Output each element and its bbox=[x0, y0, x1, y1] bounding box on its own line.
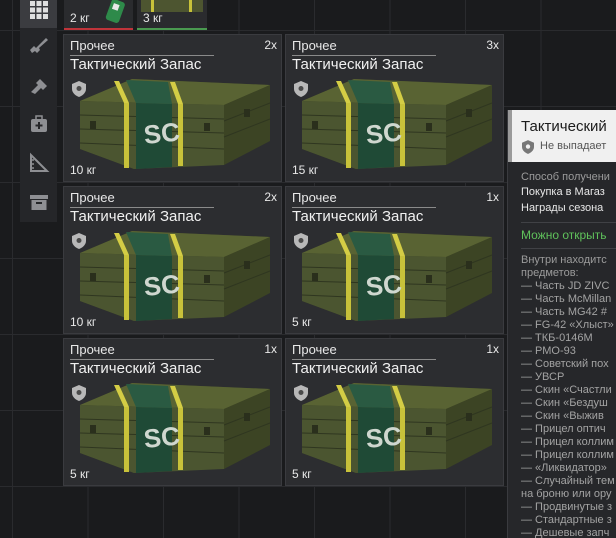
category-attachments-button[interactable] bbox=[20, 145, 57, 181]
item-count: 1x bbox=[486, 190, 499, 204]
category-medical-button[interactable] bbox=[20, 106, 57, 142]
medkit-icon bbox=[30, 115, 47, 132]
contents-list: — Часть JD ZIVC — Часть McMillan — Часть… bbox=[521, 280, 616, 538]
obtain-label: Способ получени bbox=[521, 171, 610, 183]
tooltip-accent-bar bbox=[508, 110, 512, 162]
tooltip-title: Тактический bbox=[521, 118, 607, 135]
category-sidebar bbox=[20, 0, 57, 222]
shield-icon bbox=[72, 385, 86, 401]
list-item: — Скин «Бездуш bbox=[521, 397, 608, 409]
ruler-icon bbox=[29, 152, 49, 172]
list-item: — Дешевые запч bbox=[521, 527, 610, 538]
list-item: — Часть MG42 # bbox=[521, 306, 607, 318]
list-item: — FG-42 «Хлыст» bbox=[521, 319, 614, 331]
list-item: — Прицел коллим bbox=[521, 436, 614, 448]
list-item: — УВСР bbox=[521, 371, 565, 383]
item-weight: 3 кг bbox=[143, 11, 163, 25]
divider bbox=[521, 222, 616, 223]
item-count: 2x bbox=[264, 190, 277, 204]
item-weight: 5 кг bbox=[292, 315, 312, 329]
shield-icon bbox=[72, 233, 86, 249]
inventory-item-card[interactable]: Прочее 2x Тактический Запас 10 кг bbox=[63, 186, 282, 334]
list-item: — Скин «Счастли bbox=[521, 384, 612, 396]
category-all-button[interactable] bbox=[20, 0, 57, 28]
list-item: — «Ликвидатор» bbox=[521, 462, 607, 474]
crate-image bbox=[74, 71, 274, 171]
category-misc-button[interactable] bbox=[20, 184, 57, 220]
item-weight: 10 кг bbox=[70, 163, 97, 177]
tooltip-header: Тактический Не выпадает bbox=[508, 110, 616, 162]
inventory-slot-top-2[interactable]: 3 кг bbox=[137, 0, 207, 30]
item-category: Прочее bbox=[70, 190, 115, 205]
shield-icon bbox=[522, 140, 534, 154]
shield-icon bbox=[294, 233, 308, 249]
list-item: — Прицел коллим bbox=[521, 449, 614, 461]
obtain-method: Награды сезона bbox=[521, 202, 604, 214]
shield-icon bbox=[294, 385, 308, 401]
list-item: — Продвинутые з bbox=[521, 501, 613, 513]
item-weight: 15 кг bbox=[292, 163, 319, 177]
list-item: — Часть McMillan bbox=[521, 293, 612, 305]
contents-heading: предметов: bbox=[521, 267, 579, 279]
list-item: — Случайный тем bbox=[521, 475, 615, 487]
divider bbox=[521, 248, 616, 249]
item-weight: 2 кг bbox=[70, 11, 90, 25]
inventory-slot-top-1[interactable]: 2 кг bbox=[64, 0, 133, 30]
list-item: — Часть JD ZIVC bbox=[521, 280, 610, 292]
item-weight: 5 кг bbox=[292, 467, 312, 481]
tooltip-subtitle: Не выпадает bbox=[540, 140, 607, 152]
item-category: Прочее bbox=[292, 190, 337, 205]
pistol-icon bbox=[30, 79, 47, 94]
rifle-icon bbox=[29, 38, 48, 53]
item-weight: 5 кг bbox=[70, 467, 90, 481]
list-item: на броню или ору bbox=[521, 488, 612, 500]
list-item: — Советский пох bbox=[521, 358, 609, 370]
item-count: 1x bbox=[264, 342, 277, 356]
item-category: Прочее bbox=[70, 342, 115, 357]
list-item: — Стандартные з bbox=[521, 514, 612, 526]
item-category: Прочее bbox=[70, 38, 115, 53]
category-rifles-button[interactable] bbox=[20, 27, 57, 63]
grid-icon bbox=[29, 1, 48, 19]
crate-image bbox=[74, 223, 274, 323]
item-count: 2x bbox=[264, 38, 277, 52]
shield-icon bbox=[294, 81, 308, 97]
item-category: Прочее bbox=[292, 342, 337, 357]
list-item: — РМО-93 bbox=[521, 345, 576, 357]
list-item: — ТКБ-0146М bbox=[521, 332, 593, 344]
inventory-item-card[interactable]: Прочее 2x Тактический Запас 10 кг bbox=[63, 34, 282, 182]
inventory-item-card[interactable]: Прочее 1x Тактический Запас 5 кг bbox=[285, 186, 504, 334]
category-pistols-button[interactable] bbox=[20, 68, 57, 104]
obtain-method: Покупка в Магаз bbox=[521, 186, 605, 198]
openable-status: Можно открыть bbox=[521, 228, 607, 242]
list-item: — Скин «Выжив bbox=[521, 410, 604, 422]
inventory-item-card[interactable]: Прочее 3x Тактический Запас 15 кг bbox=[285, 34, 504, 182]
inventory-item-card[interactable]: Прочее 1x Тактический Запас 5 кг bbox=[285, 338, 504, 486]
shield-icon bbox=[72, 81, 86, 97]
crate-image bbox=[74, 375, 274, 475]
item-count: 1x bbox=[486, 342, 499, 356]
item-tooltip-panel: Тактический Не выпадает Способ получени … bbox=[507, 110, 616, 538]
contents-heading: Внутри находитс bbox=[521, 254, 607, 266]
crate-image bbox=[296, 375, 496, 475]
item-category: Прочее bbox=[292, 38, 337, 53]
list-item: — Прицел оптич bbox=[521, 423, 606, 435]
item-count: 3x bbox=[486, 38, 499, 52]
item-thumbnail-icon bbox=[105, 0, 125, 23]
crate-image bbox=[296, 71, 496, 171]
crate-image bbox=[296, 223, 496, 323]
archive-icon bbox=[29, 195, 48, 210]
inventory-item-card[interactable]: Прочее 1x Тактический Запас 5 кг bbox=[63, 338, 282, 486]
item-weight: 10 кг bbox=[70, 315, 97, 329]
